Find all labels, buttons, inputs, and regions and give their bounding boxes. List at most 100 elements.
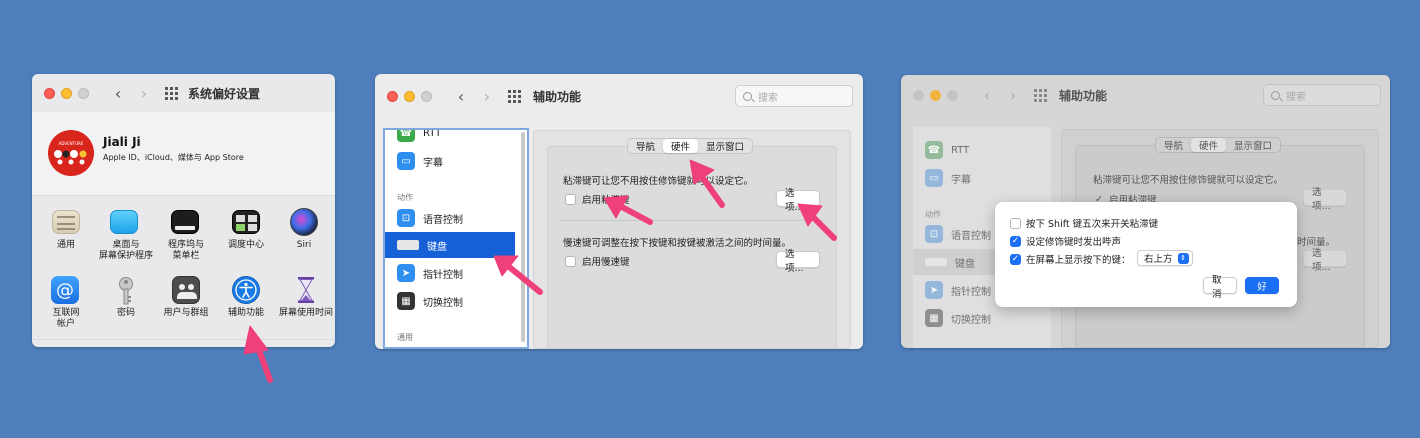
sidebar[interactable]: ☎ RTT ▭ 字幕 动作 ⊡ 语音控制 键盘 ➤ 指针控制 ▦ 切换控制 通用 [383, 128, 529, 349]
minimize-button[interactable] [930, 89, 941, 101]
zoom-button[interactable] [78, 87, 89, 99]
close-button[interactable] [387, 90, 398, 102]
pref-label: 互联网 帐户 [52, 308, 80, 329]
traffic-lights [913, 89, 958, 101]
window-title: 辅助功能 [533, 89, 582, 104]
sidebar-item-switch-control[interactable]: ▦ 切换控制 [913, 305, 1051, 331]
pref-label: 密码 [116, 308, 135, 318]
search-icon [1271, 90, 1280, 100]
slow-options-button[interactable]: 选项... [776, 249, 820, 274]
option-row-display-keys[interactable]: 在屏幕上显示按下的键： [1010, 252, 1131, 266]
pref-label: Siri [296, 240, 312, 250]
search-placeholder: 搜索 [1286, 91, 1306, 103]
search-field[interactable]: 搜索 [1263, 84, 1381, 106]
sidebar-item-pointer-control[interactable]: ➤ 指针控制 [385, 260, 527, 286]
window-title: 辅助功能 [1059, 88, 1108, 103]
minimize-button[interactable] [61, 87, 72, 99]
sidebar-label: 字幕 [423, 157, 443, 169]
tab-display-window[interactable]: 显示窗口 [698, 139, 752, 153]
bottom-divider [32, 339, 335, 340]
sidebar-item-rtt[interactable]: ☎ RTT [913, 137, 1051, 163]
sticky-keys-checkbox[interactable] [565, 193, 576, 205]
beep-checkbox[interactable] [1010, 235, 1021, 247]
tab-bar[interactable]: 导航 硬件 显示窗口 [627, 138, 754, 154]
dock-icon [171, 210, 199, 234]
sidebar-item-rtt[interactable]: ☎ RTT [385, 130, 527, 146]
svg-text:ADVENTURE: ADVENTURE [59, 141, 84, 146]
sidebar-item-keyboard[interactable]: 键盘 [385, 232, 515, 258]
forward-arrow-icon[interactable]: › [480, 87, 494, 106]
sidebar-scrollbar[interactable] [521, 132, 525, 342]
shift-five-checkbox[interactable] [1010, 217, 1021, 229]
tab-display-window[interactable]: 显示窗口 [1226, 138, 1280, 152]
sidebar-item-captions[interactable]: ▭ 字幕 [385, 148, 527, 174]
close-button[interactable] [44, 87, 55, 99]
window-title: 系统偏好设置 [188, 86, 261, 101]
hourglass-icon [298, 277, 314, 303]
position-select[interactable]: 右上方 ⇕ [1137, 250, 1193, 266]
back-arrow-icon[interactable]: ‹ [454, 87, 468, 106]
minimize-button[interactable] [404, 90, 415, 102]
pref-internet-accounts[interactable]: @ 互联网 帐户 [46, 276, 86, 332]
tab-navigation[interactable]: 导航 [1156, 138, 1191, 152]
pref-label: 桌面与 屏幕保护程序 [98, 240, 153, 261]
sticky-options-button[interactable]: 选项... [1303, 187, 1347, 212]
sidebar-item-voice-control[interactable]: ⊡ 语音控制 [385, 205, 527, 231]
apple-id-section[interactable]: ADVENTURE Jiali Ji Apple ID、iCloud、媒体与 A… [32, 112, 335, 196]
close-button[interactable] [913, 89, 924, 101]
sidebar-label: 切换控制 [423, 297, 463, 309]
keyboard-icon [925, 258, 947, 266]
search-field[interactable]: 搜索 [735, 85, 853, 107]
tab-navigation[interactable]: 导航 [628, 139, 663, 153]
sticky-options-button[interactable]: 选项... [776, 188, 820, 213]
slow-options-button[interactable]: 选项... [1303, 248, 1347, 273]
sticky-keys-row[interactable]: 启用粘滞键 [565, 192, 630, 206]
sidebar-item-switch-control[interactable]: ▦ 切换控制 [385, 288, 527, 314]
search-icon [743, 91, 752, 101]
pref-mission-control[interactable]: 调度中心 [222, 208, 270, 256]
sidebar-item-captions[interactable]: ▭ 字幕 [913, 165, 1051, 191]
captions-icon: ▭ [397, 152, 415, 170]
pref-passwords[interactable]: 密码 [104, 276, 148, 324]
slow-keys-checkbox[interactable] [565, 255, 576, 267]
pref-accessibility[interactable]: 辅助功能 [222, 276, 270, 324]
titlebar: ‹ › 系统偏好设置 [32, 74, 335, 112]
slow-keys-row[interactable]: 启用慢速键 [565, 254, 630, 268]
pref-general[interactable]: 通用 [46, 208, 86, 256]
keyboard-icon [397, 240, 419, 250]
sidebar-label: 语音控制 [423, 214, 463, 226]
forward-arrow-icon[interactable]: › [1006, 86, 1020, 105]
key-icon [119, 277, 133, 305]
slow-keys-label: 启用慢速键 [582, 257, 630, 268]
traffic-lights [44, 87, 89, 99]
ok-button[interactable]: 好 [1245, 277, 1279, 294]
cancel-button[interactable]: 取消 [1203, 275, 1237, 300]
option-row-beep[interactable]: 设定修饰键时发出哔声 [1010, 234, 1121, 248]
tab-bar[interactable]: 导航 硬件 显示窗口 [1155, 137, 1282, 153]
pref-desktop[interactable]: 桌面与 屏幕保护程序 [99, 208, 153, 266]
display-keys-checkbox[interactable] [1010, 253, 1021, 265]
sidebar-label: RTT [951, 144, 970, 156]
pref-users-groups[interactable]: 用户与群组 [160, 276, 212, 324]
back-arrow-icon[interactable]: ‹ [980, 86, 994, 105]
pref-label: 通用 [56, 240, 75, 250]
zoom-button[interactable] [947, 89, 958, 101]
back-arrow-icon[interactable]: ‹ [111, 84, 125, 103]
zoom-button[interactable] [421, 90, 432, 102]
pref-screen-time[interactable]: 屏幕使用时间 [278, 276, 334, 324]
show-all-grid-icon[interactable] [508, 89, 521, 103]
tab-hardware[interactable]: 硬件 [663, 139, 699, 153]
show-all-grid-icon[interactable] [1034, 88, 1047, 102]
sidebar-label: 语音控制 [951, 230, 991, 242]
show-all-grid-icon[interactable] [165, 86, 178, 100]
sidebar-label: 键盘 [427, 241, 447, 253]
position-value: 右上方 [1144, 254, 1173, 265]
pref-label: 辅助功能 [227, 308, 264, 318]
pref-siri[interactable]: Siri [284, 208, 328, 256]
forward-arrow-icon[interactable]: › [137, 84, 151, 103]
pref-label: 屏幕使用时间 [278, 308, 333, 318]
tab-hardware[interactable]: 硬件 [1191, 138, 1227, 152]
pref-dock[interactable]: 程序坞与 菜单栏 [162, 208, 210, 266]
section-header-general: 通用 [397, 333, 413, 342]
option-row-shift-five[interactable]: 按下 Shift 键五次来开关粘滞键 [1010, 216, 1158, 230]
